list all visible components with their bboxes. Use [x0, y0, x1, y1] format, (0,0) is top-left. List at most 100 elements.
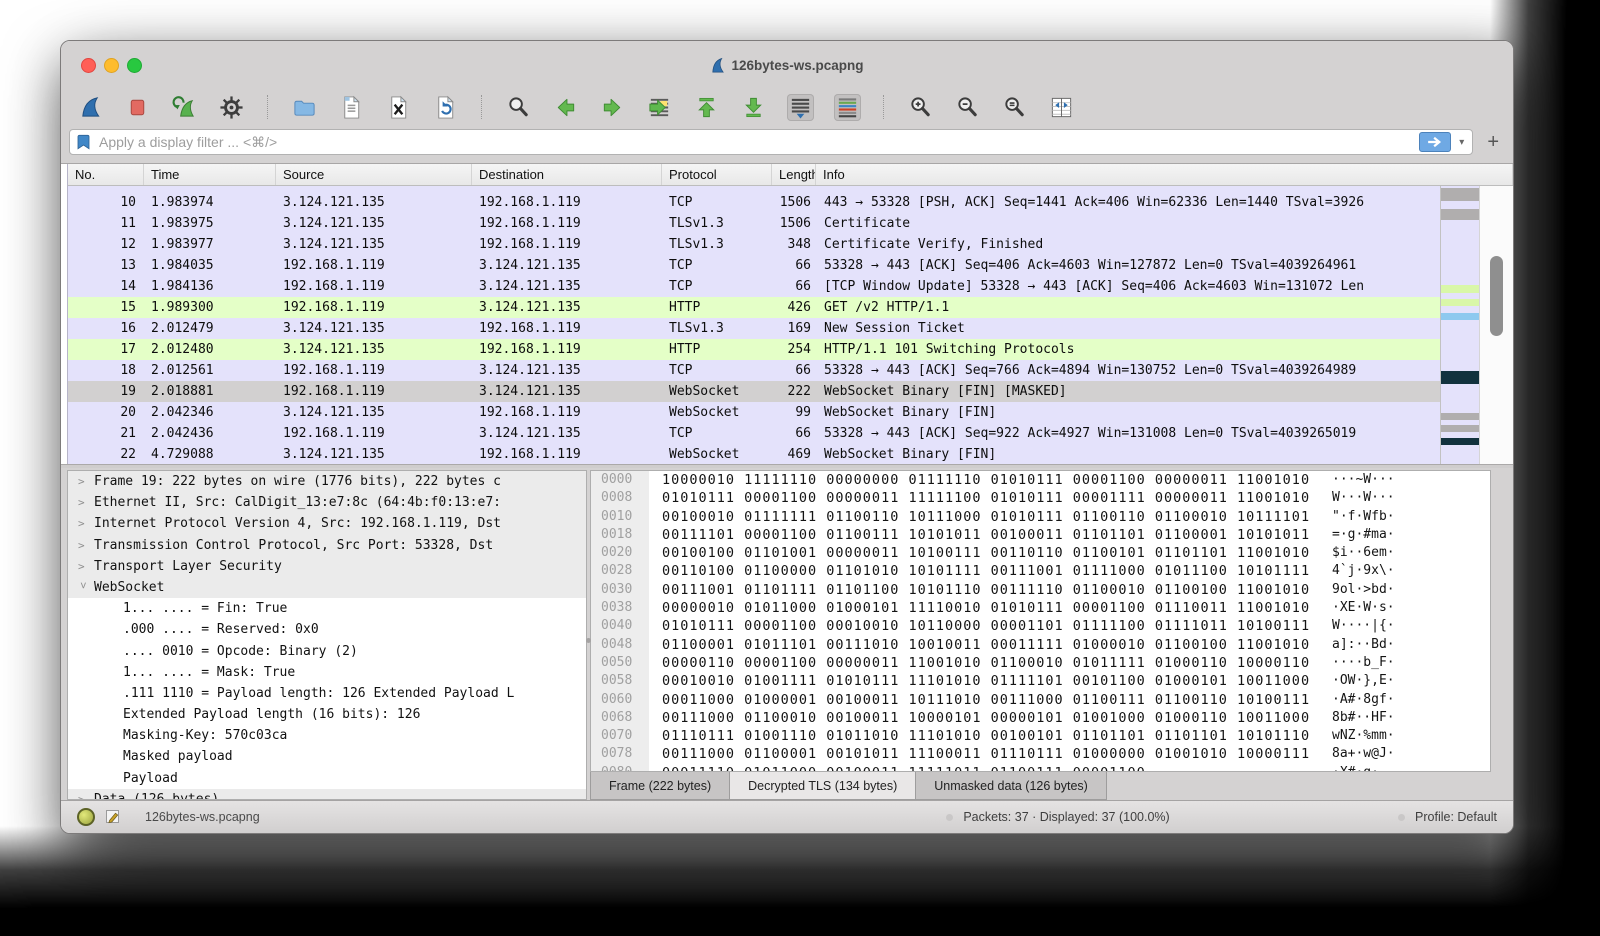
- stop-capture-button[interactable]: [124, 94, 151, 121]
- go-to-packet-button[interactable]: [646, 94, 673, 121]
- column-header-info[interactable]: Info: [816, 164, 1513, 185]
- detail-line[interactable]: >Internet Protocol Version 4, Src: 192.1…: [68, 513, 586, 534]
- zoom-out-button[interactable]: [954, 94, 981, 121]
- detail-line[interactable]: Extended Payload length (16 bits): 126: [68, 704, 586, 725]
- expand-chevron-icon[interactable]: >: [78, 789, 94, 800]
- go-forward-button[interactable]: [599, 94, 626, 121]
- packet-row-22[interactable]: 224.7290883.124.121.135192.168.1.119WebS…: [68, 444, 1440, 464]
- filter-history-chevron-icon[interactable]: ▾: [1457, 137, 1466, 148]
- bytes-tab-frame[interactable]: Frame (222 bytes): [590, 772, 730, 800]
- expand-chevron-icon[interactable]: >: [78, 471, 94, 492]
- zoom-reset-button[interactable]: [1001, 94, 1028, 121]
- byte-bits[interactable]: 00011110 01011000 00100011 11111011 0110…: [649, 764, 1146, 772]
- bytes-row[interactable]: 005800010010 01001111 01010111 11101010 …: [591, 672, 1490, 690]
- auto-scroll-button[interactable]: [787, 94, 814, 121]
- capture-comment-pencil-icon[interactable]: [105, 809, 121, 825]
- apply-filter-button[interactable]: [1419, 132, 1451, 152]
- byte-bits[interactable]: 00111101 00001100 01100111 10101011 0010…: [649, 526, 1310, 544]
- bytes-row[interactable]: 007800111000 01100001 00101011 11100011 …: [591, 745, 1490, 763]
- bytes-row[interactable]: 000801010111 00001100 00000011 11111100 …: [591, 489, 1490, 507]
- packet-row-18[interactable]: 182.012561192.168.1.1193.124.121.135TCP6…: [68, 360, 1440, 381]
- detail-line[interactable]: >Transmission Control Protocol, Src Port…: [68, 535, 586, 556]
- detail-line[interactable]: 1... .... = Fin: True: [68, 598, 586, 619]
- find-packet-button[interactable]: [505, 94, 532, 121]
- display-filter-input[interactable]: [97, 133, 1413, 151]
- bytes-row[interactable]: 007001110111 01001110 01011010 11101010 …: [591, 727, 1490, 745]
- packet-row-15[interactable]: 151.989300192.168.1.1193.124.121.135HTTP…: [68, 297, 1440, 318]
- filter-bookmark-icon[interactable]: [76, 133, 91, 151]
- start-capture-button[interactable]: [77, 94, 104, 121]
- byte-bits[interactable]: 00110100 01100000 01101010 10101111 0011…: [649, 562, 1310, 580]
- scrollbar-thumb[interactable]: [1490, 256, 1503, 336]
- byte-bits[interactable]: 00111001 01101111 01101100 10101110 0011…: [649, 581, 1310, 599]
- byte-bits[interactable]: 00111000 01100001 00101011 11100011 0111…: [649, 745, 1310, 763]
- capture-options-button[interactable]: [218, 94, 245, 121]
- packet-minimap[interactable]: [1440, 186, 1479, 464]
- detail-line[interactable]: Payload: [68, 768, 586, 789]
- expand-chevron-icon[interactable]: >: [78, 513, 94, 534]
- packet-row-14[interactable]: 141.984136192.168.1.1193.124.121.135TCP6…: [68, 276, 1440, 297]
- status-profile[interactable]: Profile: Default: [1415, 810, 1497, 824]
- bytes-row[interactable]: 006000011000 01000001 00100011 10111010 …: [591, 691, 1490, 709]
- go-first-packet-button[interactable]: [693, 94, 720, 121]
- detail-line[interactable]: >WebSocket: [68, 577, 586, 598]
- byte-bits[interactable]: 00100010 01111111 01100110 10111000 0101…: [649, 508, 1310, 526]
- byte-bits[interactable]: 00100100 01101001 00000011 10100111 0011…: [649, 544, 1310, 562]
- detail-line[interactable]: >Frame 19: 222 bytes on wire (1776 bits)…: [68, 471, 586, 492]
- byte-bits[interactable]: 10000010 11111110 00000000 01111110 0101…: [649, 471, 1310, 489]
- go-back-button[interactable]: [552, 94, 579, 121]
- packet-row-13[interactable]: 131.984035192.168.1.1193.124.121.135TCP6…: [68, 255, 1440, 276]
- expand-chevron-icon[interactable]: >: [78, 556, 94, 577]
- resize-columns-button[interactable]: [1048, 94, 1075, 121]
- byte-bits[interactable]: 01110111 01001110 01011010 11101010 0010…: [649, 727, 1310, 745]
- packet-row-10[interactable]: 101.9839743.124.121.135192.168.1.119TCP1…: [68, 192, 1440, 213]
- column-header-protocol[interactable]: Protocol: [662, 164, 772, 185]
- bytes-row[interactable]: 002800110100 01100000 01101010 10101111 …: [591, 562, 1490, 580]
- collapse-chevron-icon[interactable]: >: [73, 582, 94, 593]
- open-file-button[interactable]: [291, 94, 318, 121]
- packet-row-11[interactable]: 111.9839753.124.121.135192.168.1.119TLSv…: [68, 213, 1440, 234]
- packet-row-17[interactable]: 172.0124803.124.121.135192.168.1.119HTTP…: [68, 339, 1440, 360]
- detail-line[interactable]: >Ethernet II, Src: CalDigit_13:e7:8c (64…: [68, 492, 586, 513]
- expand-chevron-icon[interactable]: >: [78, 535, 94, 556]
- bytes-row[interactable]: 008000011110 01011000 00100011 11111011 …: [591, 764, 1490, 772]
- bytes-row[interactable]: 002000100100 01101001 00000011 10100111 …: [591, 544, 1490, 562]
- byte-bits[interactable]: 00010010 01001111 01010111 11101010 0111…: [649, 672, 1310, 690]
- bytes-row[interactable]: 001800111101 00001100 01100111 10101011 …: [591, 526, 1490, 544]
- display-filter-container[interactable]: ▾: [69, 129, 1473, 155]
- detail-line[interactable]: >Transport Layer Security: [68, 556, 586, 577]
- column-header-time[interactable]: Time: [144, 164, 276, 185]
- bytes-row[interactable]: 003800000010 01011000 01000101 11110010 …: [591, 599, 1490, 617]
- bytes-tab-unmasked-data[interactable]: Unmasked data (126 bytes): [915, 772, 1107, 800]
- detail-line[interactable]: .000 .... = Reserved: 0x0: [68, 619, 586, 640]
- title-bar[interactable]: 126bytes-ws.pcapng: [61, 41, 1513, 89]
- bytes-tab-decrypted-tls[interactable]: Decrypted TLS (134 bytes): [729, 772, 916, 800]
- detail-line[interactable]: Masked payload: [68, 746, 586, 767]
- detail-line[interactable]: .... 0010 = Opcode: Binary (2): [68, 641, 586, 662]
- bytes-row[interactable]: 003000111001 01101111 01101100 10101110 …: [591, 581, 1490, 599]
- packet-row-21[interactable]: 212.042436192.168.1.1193.124.121.135TCP6…: [68, 423, 1440, 444]
- byte-bits[interactable]: 00000010 01011000 01000101 11110010 0101…: [649, 599, 1310, 617]
- packet-row-16[interactable]: 162.0124793.124.121.135192.168.1.119TLSv…: [68, 318, 1440, 339]
- column-header-length[interactable]: Length: [772, 164, 816, 185]
- add-filter-button[interactable]: +: [1483, 132, 1503, 152]
- packet-list-scrollbar[interactable]: [1479, 186, 1513, 464]
- bytes-row[interactable]: 000010000010 11111110 00000000 01111110 …: [591, 471, 1490, 489]
- column-header-source[interactable]: Source: [276, 164, 472, 185]
- close-file-button[interactable]: [385, 94, 412, 121]
- expert-info-icon[interactable]: [77, 808, 95, 826]
- bytes-row[interactable]: 004001010111 00001100 00010010 10110000 …: [591, 617, 1490, 635]
- bytes-row[interactable]: 005000000110 00001100 00000011 11001010 …: [591, 654, 1490, 672]
- go-last-packet-button[interactable]: [740, 94, 767, 121]
- detail-line[interactable]: .111 1110 = Payload length: 126 Extended…: [68, 683, 586, 704]
- save-file-button[interactable]: [338, 94, 365, 121]
- byte-bits[interactable]: 01010111 00001100 00010010 10110000 0000…: [649, 617, 1310, 635]
- byte-bits[interactable]: 00000110 00001100 00000011 11001010 0110…: [649, 654, 1310, 672]
- vertical-pane-splitter[interactable]: [587, 470, 590, 800]
- restart-capture-button[interactable]: [171, 94, 198, 121]
- expand-chevron-icon[interactable]: >: [78, 492, 94, 513]
- bytes-row[interactable]: 001000100010 01111111 01100110 10111000 …: [591, 508, 1490, 526]
- byte-bits[interactable]: 01010111 00001100 00000011 11111100 0101…: [649, 489, 1310, 507]
- packet-row-20[interactable]: 202.0423463.124.121.135192.168.1.119WebS…: [68, 402, 1440, 423]
- colorize-packets-button[interactable]: [834, 94, 861, 121]
